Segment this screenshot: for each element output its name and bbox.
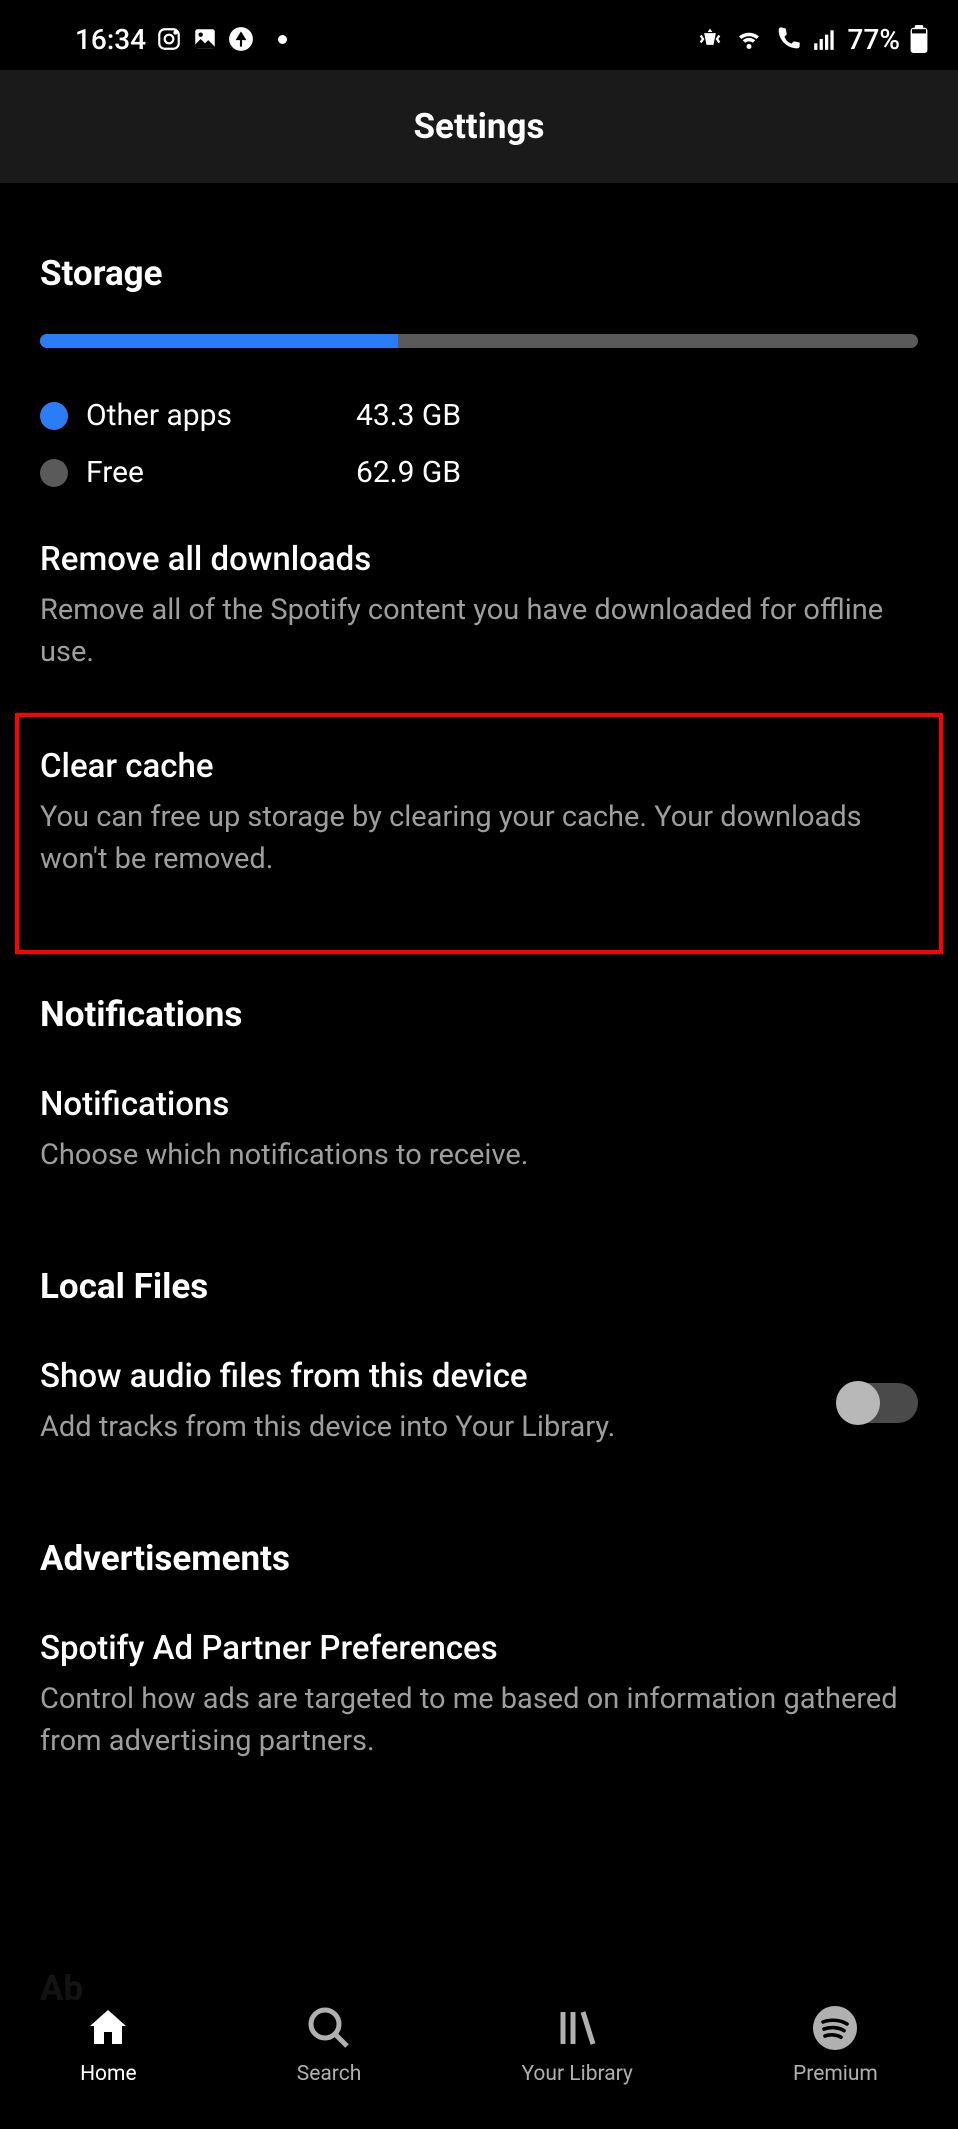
nav-premium[interactable]: Premium — [793, 2002, 878, 2086]
storage-bar — [40, 334, 918, 348]
battery-percent: 77% — [848, 23, 900, 56]
remove-downloads-item[interactable]: Remove all downloads Remove all of the S… — [40, 540, 918, 673]
legend-value: 43.3 GB — [356, 398, 461, 433]
status-bar: 16:34 77% — [0, 0, 958, 70]
legend-free: Free 62.9 GB — [40, 455, 918, 490]
setting-desc: Choose which notifications to receive. — [40, 1134, 918, 1176]
legend-dot-icon — [40, 459, 68, 487]
status-right: 77% — [696, 23, 928, 56]
legend-other-apps: Other apps 43.3 GB — [40, 398, 918, 433]
legend-value: 62.9 GB — [356, 455, 461, 490]
spotify-icon — [811, 2002, 859, 2054]
setting-desc: Remove all of the Spotify content you ha… — [40, 589, 918, 673]
nav-search[interactable]: Search — [297, 2002, 362, 2086]
vibrate-icon — [696, 25, 724, 53]
nav-library[interactable]: Your Library — [521, 2002, 632, 2086]
notifications-item[interactable]: Notifications Choose which notifications… — [40, 1085, 918, 1176]
library-icon — [553, 2002, 601, 2054]
app-update-icon — [228, 26, 254, 52]
app-header: Settings — [0, 70, 958, 183]
status-time: 16:34 — [75, 23, 146, 56]
setting-desc: Add tracks from this device into Your Li… — [40, 1406, 808, 1448]
bottom-nav: Home Search Your Library Premium — [0, 1969, 958, 2129]
clear-cache-item[interactable]: Clear cache You can free up storage by c… — [40, 747, 918, 880]
show-audio-files-item[interactable]: Show audio files from this device Add tr… — [40, 1357, 918, 1448]
section-header-notifications: Notifications — [40, 994, 918, 1035]
setting-desc: Control how ads are targeted to me based… — [40, 1678, 918, 1762]
setting-title: Show audio files from this device — [40, 1357, 808, 1396]
nav-label: Home — [80, 2062, 137, 2086]
wifi-icon — [734, 24, 764, 54]
legend-dot-icon — [40, 402, 68, 430]
search-icon — [305, 2002, 353, 2054]
setting-title: Remove all downloads — [40, 540, 918, 579]
notification-dot-icon — [278, 35, 287, 44]
ad-partner-prefs-item[interactable]: Spotify Ad Partner Preferences Control h… — [40, 1629, 918, 1762]
legend-label: Other apps — [86, 398, 356, 433]
setting-desc: You can free up storage by clearing your… — [40, 796, 918, 880]
status-left: 16:34 — [75, 23, 287, 56]
section-header-storage: Storage — [40, 253, 918, 294]
image-icon — [192, 26, 218, 52]
setting-title: Clear cache — [40, 747, 918, 786]
highlight-annotation: Clear cache You can free up storage by c… — [15, 713, 943, 954]
show-audio-toggle[interactable] — [838, 1383, 918, 1423]
storage-bar-fill — [40, 334, 398, 348]
nav-label: Search — [297, 2062, 362, 2086]
nav-label: Your Library — [521, 2062, 632, 2086]
wifi-calling-icon — [774, 25, 802, 53]
setting-title: Notifications — [40, 1085, 918, 1124]
legend-label: Free — [86, 455, 356, 490]
battery-icon — [910, 25, 928, 53]
settings-content: Storage Other apps 43.3 GB Free 62.9 GB … — [0, 253, 958, 1762]
page-title: Settings — [0, 106, 958, 147]
toggle-knob — [836, 1381, 880, 1425]
instagram-icon — [156, 26, 182, 52]
signal-icon — [812, 26, 838, 52]
nav-label: Premium — [793, 2062, 878, 2086]
setting-title: Spotify Ad Partner Preferences — [40, 1629, 918, 1668]
section-header-advertisements: Advertisements — [40, 1538, 918, 1579]
home-icon — [84, 2002, 132, 2054]
nav-home[interactable]: Home — [80, 2002, 137, 2086]
section-header-local-files: Local Files — [40, 1266, 918, 1307]
